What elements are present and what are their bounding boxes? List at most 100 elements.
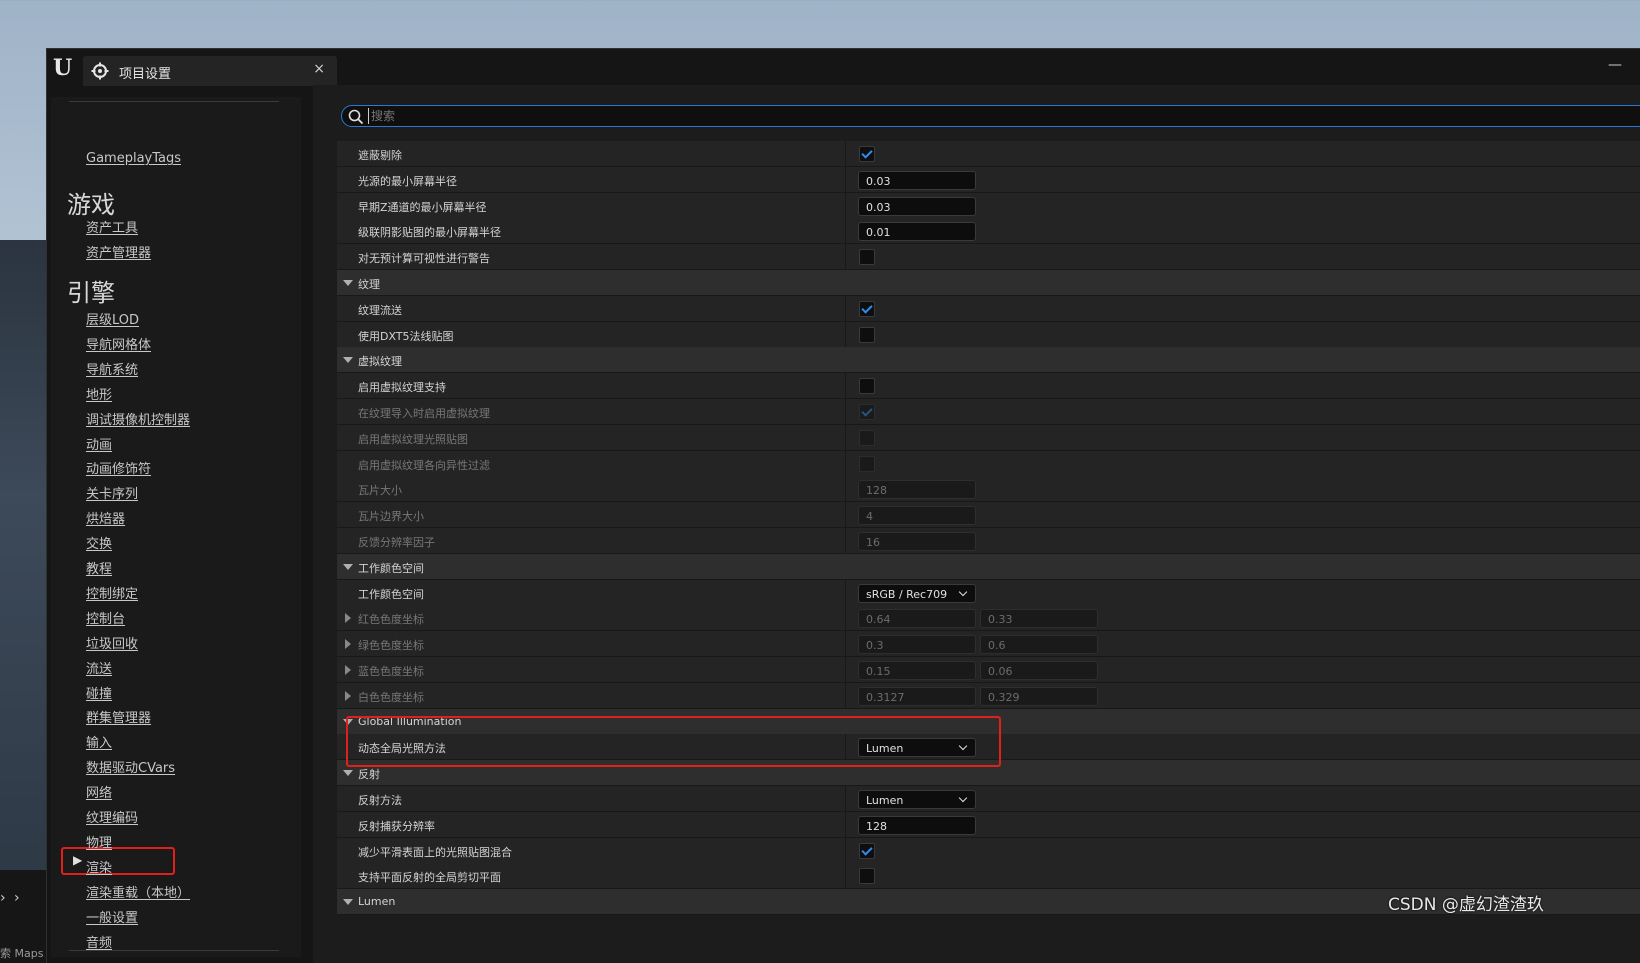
column-divider[interactable]	[845, 811, 846, 838]
column-divider[interactable]	[845, 244, 846, 271]
collapse-arrow-icon[interactable]	[343, 563, 353, 570]
property-checkbox[interactable]	[859, 842, 875, 859]
column-divider[interactable]	[845, 579, 846, 606]
category-row[interactable]: 反射	[337, 760, 1640, 787]
sidebar-item[interactable]: 音频	[86, 932, 112, 951]
settings-details-panel: 遮蔽剔除光源的最小屏幕半径0.03早期Z通道的最小屏幕半径0.03级联阴影贴图的…	[313, 85, 1640, 963]
column-divider[interactable]	[845, 450, 846, 477]
column-divider[interactable]	[845, 863, 846, 890]
sidebar-item[interactable]: 群集管理器	[86, 707, 151, 726]
search-bar[interactable]	[341, 105, 1640, 127]
dropdown-select[interactable]: sRGB / Rec709	[858, 583, 976, 603]
column-divider[interactable]	[845, 786, 846, 812]
column-divider[interactable]	[845, 605, 846, 632]
column-divider[interactable]	[845, 682, 846, 709]
sidebar-item[interactable]: 碰撞	[86, 683, 112, 702]
search-input[interactable]	[368, 108, 968, 124]
column-divider[interactable]	[845, 502, 846, 529]
sidebar-item[interactable]: 渲染	[86, 857, 112, 876]
column-divider[interactable]	[845, 631, 846, 658]
property-label: 早期Z通道的最小屏幕半径	[358, 200, 487, 214]
column-divider[interactable]	[845, 424, 846, 451]
sidebar-item[interactable]: 控制台	[86, 608, 125, 627]
property-checkbox[interactable]	[859, 300, 875, 317]
expand-arrow-icon[interactable]: ▶	[73, 853, 82, 867]
property-label: 启用虚拟纹理光照贴图	[358, 432, 468, 446]
sidebar-item[interactable]: 资产管理器	[86, 242, 151, 261]
sidebar-item[interactable]: 动画	[86, 434, 112, 453]
column-divider[interactable]	[845, 476, 846, 503]
property-row: 工作颜色空间 sRGB / Rec709	[337, 579, 1640, 606]
expand-arrow-icon[interactable]	[345, 613, 351, 624]
category-row[interactable]: 虚拟纹理	[337, 347, 1640, 374]
number-field[interactable]: 0.03	[858, 196, 976, 216]
sidebar-item[interactable]: 网络	[86, 782, 112, 801]
sidebar-item[interactable]: 教程	[86, 558, 112, 577]
sidebar-item[interactable]: 纹理编码	[86, 807, 138, 826]
column-divider[interactable]	[845, 528, 846, 554]
column-divider[interactable]	[845, 734, 846, 761]
column-divider[interactable]	[845, 373, 846, 400]
chevron-right-icon[interactable]: ›	[0, 890, 6, 906]
column-divider[interactable]	[845, 218, 846, 245]
close-icon[interactable]: ×	[313, 61, 325, 77]
sidebar-item[interactable]: 一般设置	[86, 907, 138, 926]
y-coordinate-field: 0.33	[980, 609, 1098, 629]
column-divider[interactable]	[845, 321, 846, 348]
sidebar-item[interactable]: 垃圾回收	[86, 633, 138, 652]
column-divider[interactable]	[845, 399, 846, 425]
sidebar-item[interactable]: 资产工具	[86, 217, 138, 236]
expand-arrow-icon[interactable]	[345, 665, 351, 675]
number-field[interactable]: 0.03	[858, 170, 976, 190]
collapse-arrow-icon[interactable]	[343, 280, 353, 286]
column-divider[interactable]	[845, 837, 846, 864]
sidebar-item[interactable]: 调试摄像机控制器	[86, 409, 190, 428]
collapse-arrow-icon[interactable]	[343, 357, 353, 364]
category-row[interactable]: 工作颜色空间	[337, 553, 1640, 580]
property-label: 瓦片大小	[358, 484, 402, 498]
property-label: 遮蔽剔除	[358, 149, 402, 162]
tab-project-settings[interactable]: 项目设置 ×	[83, 56, 337, 86]
number-field[interactable]: 128	[858, 815, 976, 835]
collapse-arrow-icon[interactable]	[343, 770, 353, 777]
sidebar-item[interactable]: 交换	[86, 533, 112, 552]
column-divider[interactable]	[845, 141, 846, 167]
column-divider[interactable]	[845, 192, 846, 219]
sidebar-item[interactable]: 物理	[86, 832, 112, 851]
sidebar-item[interactable]: 导航网格体	[86, 334, 151, 353]
expand-arrow-icon[interactable]	[345, 690, 351, 701]
category-row[interactable]: 纹理	[337, 270, 1640, 296]
column-divider[interactable]	[845, 166, 846, 193]
sidebar-item[interactable]: 流送	[86, 658, 112, 677]
collapse-arrow-icon[interactable]	[343, 718, 353, 725]
minimize-icon[interactable]: —	[1608, 57, 1622, 73]
property-checkbox[interactable]	[859, 326, 875, 343]
dropdown-select[interactable]: Lumen	[858, 738, 976, 758]
sidebar-item[interactable]: 烘焙器	[86, 508, 125, 527]
sidebar-item[interactable]: 动画修饰符	[86, 458, 151, 477]
sidebar-item-gameplaytags[interactable]: GameplayTags	[86, 151, 181, 166]
chevron-down-icon	[958, 793, 968, 803]
sidebar-item[interactable]: 地形	[86, 384, 112, 403]
property-label: 虚拟纹理	[358, 355, 402, 369]
property-checkbox[interactable]	[859, 249, 875, 266]
sidebar-item[interactable]: 数据驱动CVars	[86, 757, 175, 776]
collapse-arrow-icon[interactable]	[343, 899, 353, 906]
column-divider[interactable]	[845, 657, 846, 683]
number-field[interactable]: 0.01	[858, 222, 976, 242]
property-row: 光源的最小屏幕半径 0.03	[337, 166, 1640, 193]
property-checkbox[interactable]	[859, 146, 875, 162]
sidebar-item[interactable]: 关卡序列	[86, 483, 138, 502]
sidebar-item[interactable]: 输入	[86, 732, 112, 751]
dropdown-select[interactable]: Lumen	[858, 790, 976, 809]
sidebar-item[interactable]: 控制绑定	[86, 583, 138, 602]
property-checkbox[interactable]	[859, 378, 875, 395]
sidebar-item[interactable]: 导航系统	[86, 359, 138, 378]
chevron-right-icon[interactable]: ›	[14, 890, 20, 906]
category-row[interactable]: Global Illumination	[337, 708, 1640, 735]
property-checkbox[interactable]	[859, 868, 875, 885]
sidebar-item[interactable]: 渲染重载（本地）	[86, 882, 190, 901]
sidebar-item[interactable]: 层级LOD	[86, 309, 139, 328]
column-divider[interactable]	[845, 295, 846, 322]
expand-arrow-icon[interactable]	[345, 639, 351, 650]
